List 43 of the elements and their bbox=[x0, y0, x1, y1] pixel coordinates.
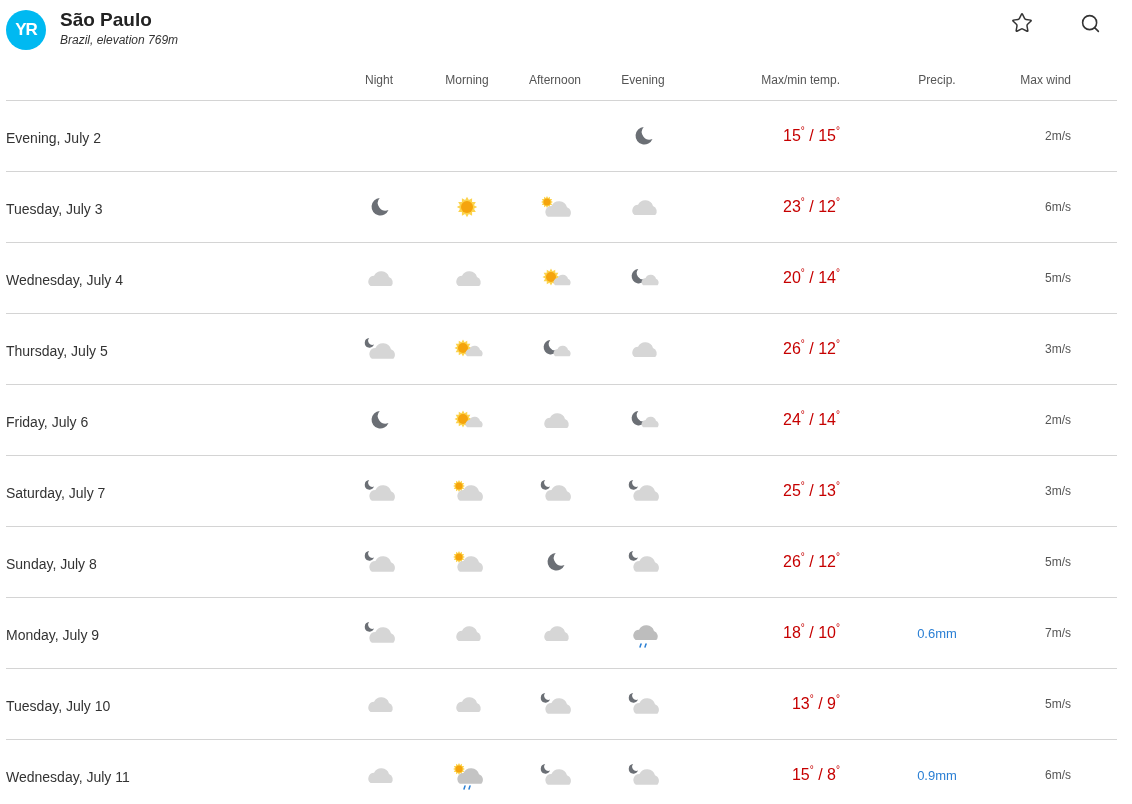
favorite-star-icon[interactable] bbox=[1010, 11, 1034, 35]
wind-speed: 2m/s bbox=[1044, 129, 1072, 143]
temperature: 13$^{°}$ / 9$^{°}$ bbox=[790, 695, 841, 713]
date-label: Friday, July 6 bbox=[6, 414, 90, 430]
date-label: Saturday, July 7 bbox=[6, 485, 107, 501]
temperature: 18$^{°}$ / 10$^{°}$ bbox=[782, 624, 841, 642]
date-label: Sunday, July 8 bbox=[6, 556, 98, 572]
wind-speed: 3m/s bbox=[1044, 342, 1072, 356]
column-header: Evening bbox=[620, 73, 666, 87]
column-header: Afternoon bbox=[527, 73, 582, 87]
date-label: Thursday, July 5 bbox=[6, 343, 109, 359]
date-label: Wednesday, July 4 bbox=[6, 272, 124, 288]
wind-speed: 5m/s bbox=[1044, 697, 1072, 711]
temperature: 26$^{°}$ / 12$^{°}$ bbox=[782, 553, 841, 571]
column-header: Max wind bbox=[1019, 73, 1072, 87]
wind-speed: 5m/s bbox=[1044, 271, 1072, 285]
date-label: Evening, July 2 bbox=[6, 130, 102, 146]
temperature: 20$^{°}$ / 14$^{°}$ bbox=[782, 269, 841, 287]
temperature: 23$^{°}$ / 12$^{°}$ bbox=[782, 198, 841, 216]
wind-speed: 5m/s bbox=[1044, 555, 1072, 569]
wind-speed: 7m/s bbox=[1044, 626, 1072, 640]
date-label: Monday, July 9 bbox=[6, 627, 101, 643]
column-header: Max/min temp. bbox=[760, 73, 841, 87]
wind-speed: 2m/s bbox=[1044, 413, 1072, 427]
temperature: 24$^{°}$ / 14$^{°}$ bbox=[782, 411, 841, 429]
wind-speed: 6m/s bbox=[1044, 768, 1072, 782]
temperature: 26$^{°}$ / 12$^{°}$ bbox=[782, 340, 841, 358]
wind-speed: 6m/s bbox=[1044, 200, 1072, 214]
precipitation: 0.6mm bbox=[916, 625, 958, 641]
column-header: Morning bbox=[444, 73, 490, 87]
temperature: 25$^{°}$ / 13$^{°}$ bbox=[782, 482, 841, 500]
temperature: 15$^{°}$ / 15$^{°}$ bbox=[782, 127, 841, 145]
column-header: Precip. bbox=[917, 73, 957, 87]
location-subtitle: Brazil, elevation 769m bbox=[60, 33, 179, 47]
wind-speed: 3m/s bbox=[1044, 484, 1072, 498]
date-label: Tuesday, July 10 bbox=[6, 698, 112, 714]
column-header: Night bbox=[364, 73, 394, 87]
location-title: São Paulo bbox=[60, 9, 153, 31]
temperature: 15$^{°}$ / 8$^{°}$ bbox=[790, 766, 841, 784]
precipitation: 0.9mm bbox=[916, 767, 958, 783]
date-label: Tuesday, July 3 bbox=[6, 201, 104, 217]
logo[interactable]: YR bbox=[6, 10, 46, 50]
date-label: Wednesday, July 11 bbox=[6, 769, 131, 785]
